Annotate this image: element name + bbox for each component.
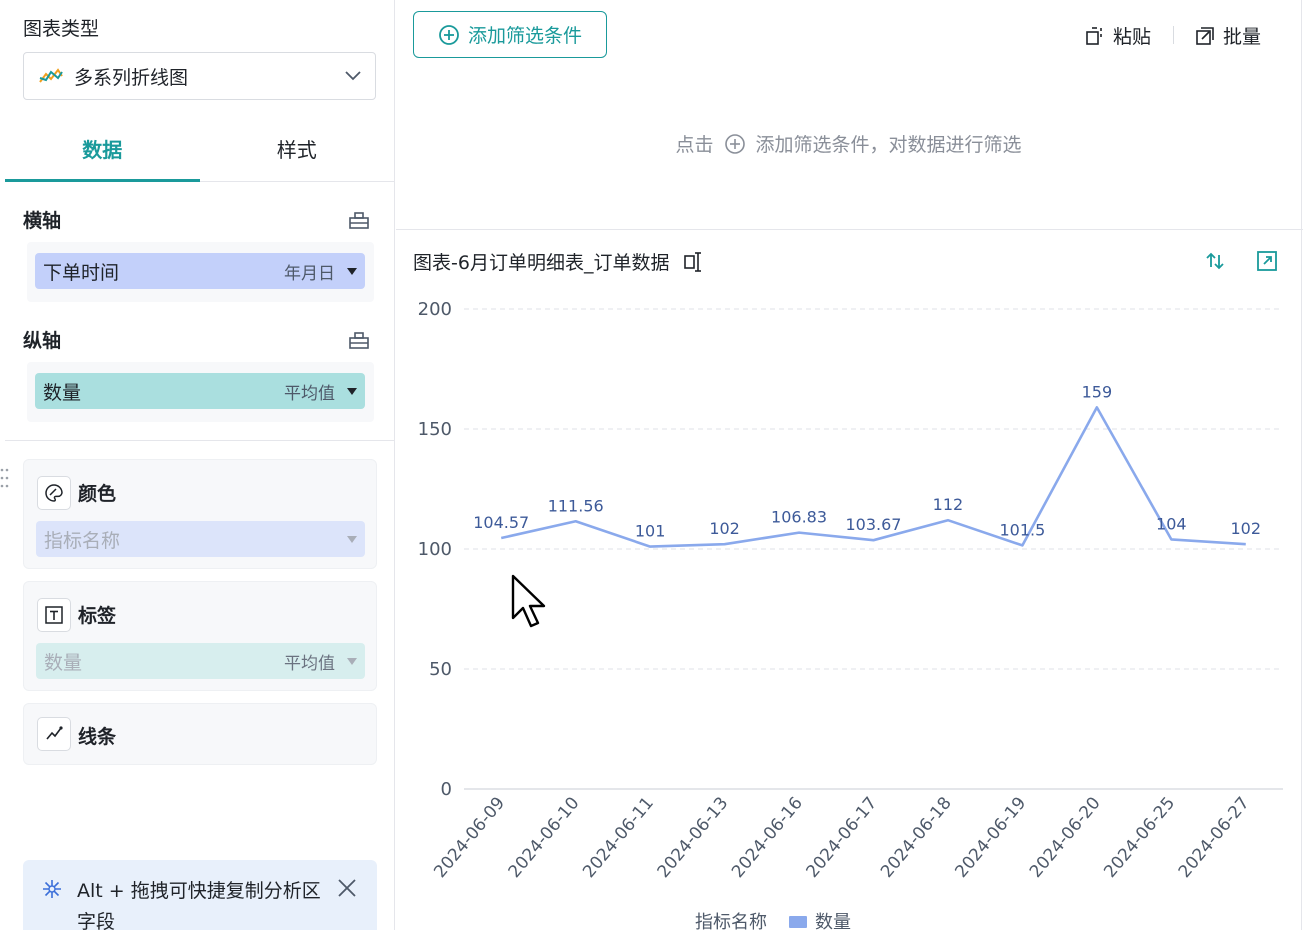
y-field-name: 数量: [43, 381, 82, 404]
batch-label: 批量: [1223, 26, 1262, 48]
data-label: 104.57: [473, 513, 529, 532]
x-axis-drop-zone[interactable]: 下单时间 年月日: [27, 242, 374, 302]
close-icon[interactable]: [337, 878, 357, 898]
data-label: 101: [635, 522, 666, 541]
data-label: 102: [1230, 519, 1261, 538]
x-tick-label: 2024-06-09: [430, 793, 509, 882]
data-label: 102: [709, 519, 740, 538]
batch-edit-icon: [1196, 26, 1214, 45]
clear-icon[interactable]: [348, 209, 370, 231]
data-label: 103.67: [846, 515, 902, 534]
clear-icon[interactable]: [348, 329, 370, 351]
paste-button[interactable]: 粘贴: [1085, 22, 1151, 49]
x-field-agg: 年月日: [284, 263, 335, 284]
chart-type-label: 图表类型: [23, 18, 100, 40]
tip-text: Alt + 拖拽可快捷复制分析区字段: [77, 880, 321, 930]
y-tick-label: 50: [429, 659, 452, 680]
label-field-agg: 平均值: [284, 653, 335, 674]
plus-circle-icon: [439, 24, 459, 45]
data-label: 101.5: [1000, 520, 1046, 539]
app-root: 图表类型 多系列折线图 数据 样式 横轴 下单时间 年月日 纵轴 数量 平均值 …: [0, 0, 1316, 930]
y-tick-label: 150: [418, 419, 452, 440]
x-tick-label: 2024-06-16: [728, 793, 807, 882]
legend-title: 指标名称: [695, 912, 767, 930]
divider: [5, 440, 394, 441]
x-axis-field-pill[interactable]: 下单时间 年月日: [35, 253, 365, 289]
plus-circle-icon[interactable]: [724, 133, 746, 155]
chart-type-select[interactable]: 多系列折线图: [23, 52, 376, 100]
x-tick-label: 2024-06-27: [1175, 793, 1254, 882]
x-tick-label: 2024-06-17: [803, 793, 882, 882]
tab-data[interactable]: 数据: [5, 116, 200, 182]
x-tick-label: 2024-06-19: [951, 793, 1030, 882]
color-field-placeholder: 指标名称: [44, 529, 121, 552]
y-tick-label: 200: [418, 299, 452, 320]
swap-axes-icon[interactable]: [1204, 250, 1226, 272]
filter-hint: 点击 添加筛选条件，对数据进行筛选: [396, 130, 1301, 157]
palette-icon: [37, 476, 71, 510]
data-label: 106.83: [771, 508, 827, 527]
legend-series-name: 数量: [815, 912, 851, 930]
panel-edge: [1301, 0, 1302, 930]
toolbar-separator: [1173, 26, 1174, 44]
x-tick-label: 2024-06-13: [654, 793, 733, 882]
add-filter-label: 添加筛选条件: [467, 25, 582, 47]
tab-style[interactable]: 样式: [200, 116, 395, 181]
main-area: 添加筛选条件 粘贴 批量 点击 添加筛选条件，对数据进行筛选 图表-6月订单明细…: [396, 0, 1316, 930]
tip-banner: Alt + 拖拽可快捷复制分析区字段: [23, 860, 377, 930]
paste-icon: [1086, 26, 1102, 45]
y-field-agg: 平均值: [284, 383, 335, 404]
color-card-title: 颜色: [78, 483, 117, 505]
mouse-cursor-icon: [511, 574, 546, 628]
x-axis-title: 横轴: [23, 210, 62, 232]
y-axis-drop-zone[interactable]: 数量 平均值: [27, 362, 374, 422]
text-label-icon: [37, 598, 71, 632]
label-field-slot[interactable]: 数量 平均值: [36, 643, 365, 679]
line-chart-icon: [39, 68, 63, 83]
expand-icon[interactable]: [1256, 250, 1278, 272]
drag-handle-icon[interactable]: [0, 466, 10, 492]
batch-button[interactable]: 批量: [1195, 22, 1261, 49]
y-tick-label: 100: [418, 539, 452, 560]
color-field-slot[interactable]: 指标名称: [36, 521, 365, 557]
color-card[interactable]: 颜色 指标名称: [23, 459, 377, 569]
x-tick-label: 2024-06-25: [1100, 793, 1179, 882]
line-card-title: 线条: [78, 726, 117, 748]
chart-title: 图表-6月订单明细表_订单数据: [413, 252, 670, 274]
y-tick-label: 0: [441, 779, 452, 800]
x-tick-label: 2024-06-11: [579, 793, 658, 882]
line-style-icon: [37, 717, 71, 751]
caret-down-icon[interactable]: [347, 535, 357, 543]
x-field-name: 下单时间: [43, 261, 120, 284]
section-divider: [396, 229, 1303, 230]
label-card[interactable]: 标签 数量 平均值: [23, 581, 377, 691]
x-tick-label: 2024-06-20: [1026, 793, 1105, 882]
caret-down-icon[interactable]: [347, 657, 357, 665]
hint-prefix: 点击: [675, 134, 714, 156]
data-label: 111.56: [548, 496, 604, 515]
data-label: 112: [933, 495, 964, 514]
x-tick-label: 2024-06-10: [505, 793, 584, 882]
hint-suffix: 添加筛选条件，对数据进行筛选: [755, 134, 1022, 156]
y-axis-title: 纵轴: [23, 330, 62, 352]
caret-down-icon[interactable]: [347, 387, 357, 395]
chart-type-value: 多系列折线图: [74, 66, 189, 89]
config-panel: 图表类型 多系列折线图 数据 样式 横轴 下单时间 年月日 纵轴 数量 平均值 …: [0, 0, 395, 930]
sparkle-icon: [43, 880, 61, 898]
data-label: 159: [1082, 382, 1113, 401]
chart-title-row: 图表-6月订单明细表_订单数据: [413, 248, 705, 275]
data-label: 104: [1156, 514, 1187, 533]
paste-label: 粘贴: [1113, 26, 1152, 48]
x-tick-label: 2024-06-18: [877, 793, 956, 882]
legend-swatch: [789, 916, 807, 928]
add-filter-button[interactable]: 添加筛选条件: [413, 11, 607, 58]
y-axis-field-pill[interactable]: 数量 平均值: [35, 373, 365, 409]
line-card[interactable]: 线条: [23, 703, 377, 765]
caret-down-icon[interactable]: [347, 267, 357, 275]
chevron-down-icon: [345, 71, 361, 81]
label-field-name: 数量: [44, 651, 83, 674]
label-card-title: 标签: [78, 605, 117, 627]
rename-icon[interactable]: [683, 251, 705, 273]
panel-tabs: 数据 样式: [5, 116, 394, 182]
